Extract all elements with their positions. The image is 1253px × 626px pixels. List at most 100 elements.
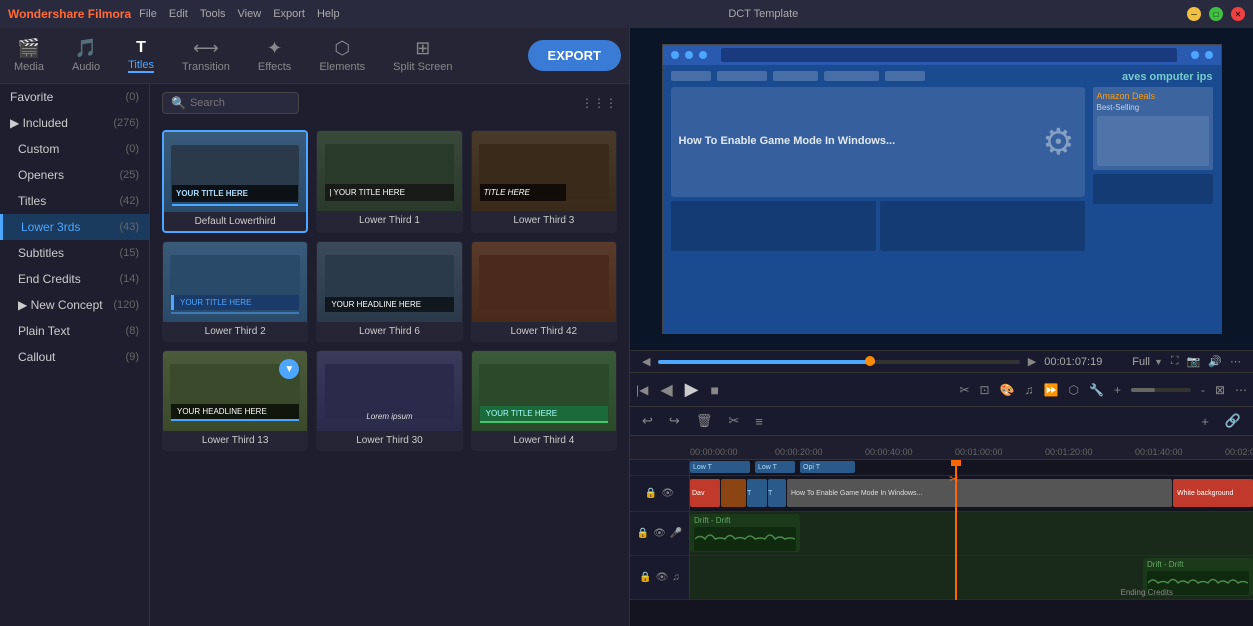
title-clip-1[interactable]: Low T (690, 461, 750, 473)
fit-icon[interactable]: ⊠ (1215, 383, 1225, 397)
sidebar-item-favorite[interactable]: Favorite (0) (0, 84, 149, 110)
playback-controls: |◀ ◀ ▶ ■ ✂ ⊡ 🎨 ♫ ⏩ ⬡ 🔧 + - ⊠ ⋯ (630, 372, 1253, 406)
sidebar-item-included[interactable]: ▶ Included (276) (0, 110, 149, 136)
play-icon[interactable]: ▶ (685, 379, 699, 400)
stop-icon[interactable]: ■ (711, 382, 719, 398)
grid-item-lower-third-42[interactable]: Lower Third 42 (471, 241, 617, 342)
video-clip-text-1[interactable]: T (747, 479, 767, 507)
snapshot-icon[interactable]: 📷 (1187, 355, 1201, 368)
arrow-right-icon[interactable]: ▶ (1028, 355, 1036, 368)
grid-options-icon[interactable]: ⋮⋮⋮ (581, 96, 617, 110)
toolbar-transition[interactable]: ⟷ Transition (176, 34, 236, 77)
settings-icon[interactable]: ⋯ (1230, 355, 1241, 368)
zoom-control[interactable]: Full ▼ (1132, 356, 1163, 368)
sidebar-item-custom[interactable]: Custom (0) (0, 136, 149, 162)
add-track-icon[interactable]: + (1197, 412, 1213, 431)
audio-track-icon[interactable]: ♫ (1025, 383, 1034, 397)
progress-handle[interactable] (865, 356, 875, 366)
search-input[interactable] (190, 97, 290, 109)
expand-icon[interactable]: ⋯ (1235, 383, 1247, 397)
timeline-undo-icon[interactable]: ↩ (638, 411, 657, 431)
sidebar-item-subtitles[interactable]: Subtitles (15) (0, 240, 149, 266)
toolbar-titles[interactable]: T Titles (122, 35, 160, 77)
zoom-slider[interactable] (1131, 388, 1191, 392)
grid-item-lower-third-30[interactable]: Lorem ipsum Lower Third 30 (316, 350, 462, 451)
audio-1-eye-button[interactable]: 👁 (653, 528, 666, 539)
fullscreen-icon[interactable]: ⛶ (1171, 355, 1179, 368)
title-clip-3[interactable]: Opi T (800, 461, 855, 473)
zoom-minus-icon[interactable]: - (1201, 383, 1205, 397)
audio-2-music-button[interactable]: ♫ (672, 572, 680, 583)
grid-item-lower-third-2[interactable]: YOUR TITLE HERE Lower Third 2 (162, 241, 308, 342)
grid-item-label-lower-third-42: Lower Third 42 (472, 322, 616, 341)
split-icon[interactable]: ✂ (959, 383, 969, 397)
export-button[interactable]: EXPORT (528, 40, 621, 71)
close-button[interactable]: ✕ (1231, 7, 1245, 21)
audio-2-eye-button[interactable]: 👁 (656, 572, 669, 583)
crop-icon[interactable]: ⊡ (980, 383, 990, 397)
search-box[interactable]: 🔍 (162, 92, 299, 114)
menu-help[interactable]: Help (317, 8, 340, 20)
sidebar-item-titles[interactable]: Titles (42) (0, 188, 149, 214)
sidebar-item-lower3rds[interactable]: Lower 3rds (43) (0, 214, 149, 240)
grid-item-lower-third-6[interactable]: YOUR HEADLINE HERE Lower Third 6 (316, 241, 462, 342)
audio-1-mic-button[interactable]: 🎤 (670, 528, 682, 539)
arrow-left-icon[interactable]: ◀ (642, 355, 650, 368)
menu-edit[interactable]: Edit (169, 8, 188, 20)
minimize-button[interactable]: ─ (1187, 7, 1201, 21)
volume-icon[interactable]: 🔊 (1208, 355, 1222, 368)
grid-item-lower-third-3[interactable]: TITLE HERE Lower Third 3 (471, 130, 617, 233)
video-clip-brown-1[interactable] (721, 479, 746, 507)
audio-clip-1[interactable]: Drift - Drift (690, 514, 800, 552)
video-clip-red-1[interactable]: Dav (690, 479, 720, 507)
sidebar-item-callout[interactable]: Callout (9) (0, 344, 149, 370)
audio-2-lock-button[interactable]: 🔒 (639, 572, 651, 583)
stabilize-icon[interactable]: 🔧 (1089, 383, 1104, 397)
video-track-content[interactable]: Dav T T How To Enable Game Mode In Windo… (690, 476, 1253, 511)
titles-label: Titles (128, 59, 154, 73)
video-lock-button[interactable]: 🔒 (645, 488, 657, 499)
zoom-dropdown-icon[interactable]: ▼ (1154, 357, 1163, 367)
sidebar-item-new-concept[interactable]: ▶ New Concept (120) (0, 292, 149, 318)
elements-label: Elements (319, 61, 365, 73)
title-clip-2[interactable]: Low T (755, 461, 795, 473)
video-clip-white-bg[interactable]: White background (1173, 479, 1253, 507)
menu-view[interactable]: View (238, 8, 262, 20)
video-clip-main[interactable]: How To Enable Game Mode In Windows... (787, 479, 1172, 507)
step-back-icon[interactable]: ◀ (660, 380, 672, 400)
video-eye-button[interactable]: 👁 (661, 488, 674, 499)
audio-track-1-content[interactable]: Drift - Drift (690, 512, 1253, 555)
toolbar-effects[interactable]: ✦ Effects (252, 34, 297, 77)
audio-icon: 🎵 (75, 38, 97, 59)
menu-tools[interactable]: Tools (200, 8, 226, 20)
menu-file[interactable]: File (139, 8, 157, 20)
zoom-plus-icon[interactable]: + (1114, 383, 1121, 397)
grid-item-lower-third-4[interactable]: YOUR TITLE HERE Lower Third 4 (471, 350, 617, 451)
timeline-list-icon[interactable]: ≡ (751, 412, 767, 431)
rewind-to-start-icon[interactable]: |◀ (636, 383, 648, 397)
mask-icon[interactable]: ⬡ (1068, 383, 1078, 397)
audio-track-2-content[interactable]: Drift - Drift Ending Credits (690, 556, 1253, 599)
timeline-cut-icon[interactable]: ✂ (724, 411, 743, 431)
toolbar-media[interactable]: 🎬 Media (8, 34, 50, 77)
sidebar-item-plain-text[interactable]: Plain Text (8) (0, 318, 149, 344)
progress-bar-container[interactable] (658, 360, 1019, 364)
color-icon[interactable]: 🎨 (1000, 383, 1015, 397)
app-logo: Wondershare Filmora (8, 7, 131, 21)
grid-item-lower-third-1[interactable]: | YOUR TITLE HERE Lower Third 1 (316, 130, 462, 233)
video-clip-text-2[interactable]: T (768, 479, 786, 507)
toolbar-audio[interactable]: 🎵 Audio (66, 34, 106, 77)
timeline-delete-icon[interactable]: 🗑 (692, 411, 717, 431)
grid-item-lower-third-13[interactable]: YOUR HEADLINE HERE ▼ Lower Third 13 (162, 350, 308, 451)
toolbar-elements[interactable]: ⬡ Elements (313, 34, 371, 77)
maximize-button[interactable]: □ (1209, 7, 1223, 21)
sidebar-item-openers[interactable]: Openers (25) (0, 162, 149, 188)
menu-export[interactable]: Export (273, 8, 305, 20)
grid-item-default-lowerthird[interactable]: YOUR TITLE HERE Default Lowerthird (162, 130, 308, 233)
speed-icon[interactable]: ⏩ (1044, 383, 1059, 397)
timeline-redo-icon[interactable]: ↪ (665, 411, 684, 431)
sidebar-item-end-credits[interactable]: End Credits (14) (0, 266, 149, 292)
audio-1-lock-button[interactable]: 🔒 (637, 528, 649, 539)
toolbar-split-screen[interactable]: ⊞ Split Screen (387, 34, 458, 77)
link-icon[interactable]: 🔗 (1221, 411, 1245, 431)
